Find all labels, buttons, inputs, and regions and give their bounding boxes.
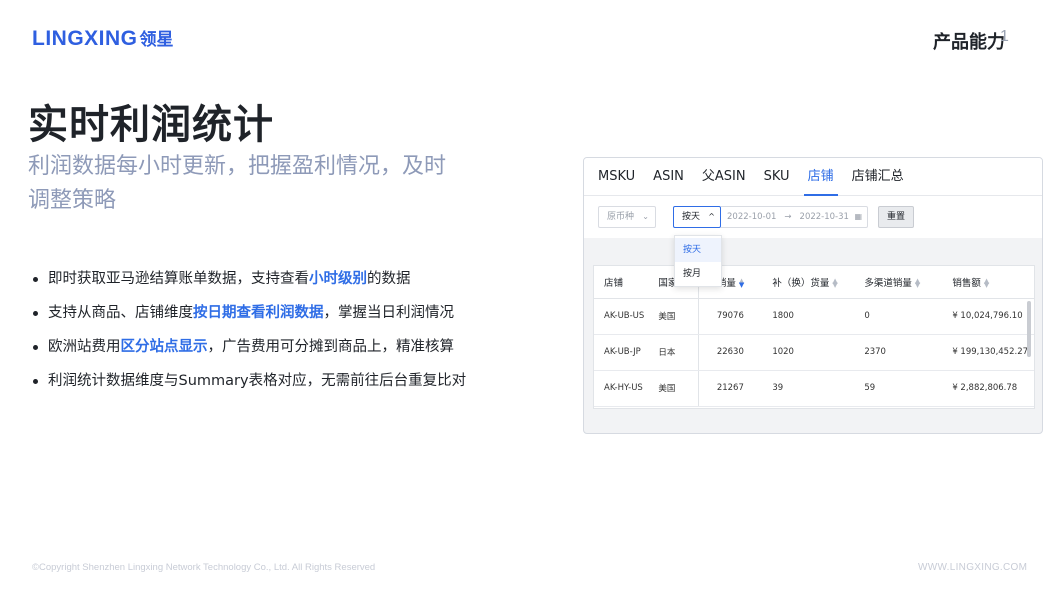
table-scrollbar[interactable] [1027,301,1031,357]
profit-report-panel: MSKU ASIN 父ASIN SKU 店铺 店铺汇总 原币种 ⌄ 按天 ^ 2… [583,157,1043,434]
page-subtitle: 利润数据每小时更新，把握盈利情况，及时 调整策略 [28,150,488,218]
cell-revenue: ¥ 10,024,796.10 [938,298,1034,335]
tab-msku[interactable]: MSKU [598,158,635,196]
cell-sales-qty: 79076 [697,298,759,335]
period-select[interactable]: 按天 ^ [673,206,721,228]
feature-text: ，广告费用可分摊到商品上，精准核算 [207,339,455,355]
logo-text-cn: 领星 [139,30,174,50]
feature-highlight: 按日期查看利润数据 [193,305,324,321]
cell-store: AK-HY-US [594,370,645,407]
cell-replenish-qty: 1800 [758,298,851,335]
cell-revenue: ¥ 2,882,806.78 [938,370,1034,407]
date-range-picker[interactable]: 2022-10-01 → 2022-10-31 ▦ [721,206,868,228]
column-header-replenish-qty[interactable]: 补（换）货量 ▲ ▼ [758,266,851,299]
feature-text: 的数据 [367,271,411,287]
chevron-down-icon: ⌄ [642,212,649,221]
dropdown-option-daily[interactable]: 按天 [675,238,721,262]
sort-icon[interactable]: ▲ ▼ [832,278,837,289]
feature-highlight: 小时级别 [309,271,367,287]
feature-item: 利润统计数据维度与Summary表格对应，无需前往后台重复比对 [30,364,466,398]
sort-icon[interactable]: ▲ ▼ [915,278,920,289]
subtitle-line-2: 调整策略 [28,188,117,213]
page-title: 实时利润统计 [28,102,274,148]
arrow-right-icon: → [784,212,792,222]
store-profit-table: 店铺 国家 销量 ▲ ▼ 补（换）货量 ▲ ▼ 多渠道销量 ▲ ▼ 销售额 ▲ ▼ AK-UB-… [593,265,1035,409]
feature-item: 即时获取亚马逊结算账单数据，支持查看小时级别的数据 [30,262,466,296]
currency-select-value: 原币种 [607,212,635,222]
lingxing-logo: LINGXING 领星 [32,25,174,51]
chevron-up-icon: ^ [708,212,715,221]
cell-mcf-sales: 2370 [850,334,939,371]
cell-store: AK-UB-US [594,298,645,335]
currency-select[interactable]: 原币种 ⌄ [598,206,656,228]
website-url: WWW.LINGXING.COM [918,562,1028,573]
tab-asin[interactable]: ASIN [653,158,684,196]
date-start: 2022-10-01 [727,212,777,222]
feature-item: 欧洲站费用区分站点显示，广告费用可分摊到商品上，精准核算 [30,330,466,364]
table-header-row: 店铺 国家 销量 ▲ ▼ 补（换）货量 ▲ ▼ 多渠道销量 ▲ ▼ 销售额 ▲ ▼ [594,266,1034,299]
cell-mcf-sales: 0 [850,298,939,335]
column-header-store: 店铺 [594,266,645,299]
cell-country: 美国 [644,298,699,335]
calendar-icon: ▦ [854,212,862,221]
period-dropdown-menu: 按天 按月 [674,235,722,287]
sort-icon[interactable]: ▲ ▼ [739,278,744,289]
cell-store: AK-UB-JP [594,334,645,371]
logo-text-en: LINGXING [32,27,138,50]
subtitle-line-1: 利润数据每小时更新，把握盈利情况，及时 [28,154,447,179]
filter-bar: 原币种 ⌄ 按天 ^ 2022-10-01 → 2022-10-31 ▦ 重置 [584,196,1042,238]
table-row[interactable]: AK-UB-US 美国 79076 1800 0 ¥ 10,024,796.10 [594,298,1034,335]
cell-mcf-sales: 59 [850,370,939,407]
reset-button[interactable]: 重置 [878,206,914,228]
cell-country: 美国 [644,370,699,407]
feature-list: 即时获取亚马逊结算账单数据，支持查看小时级别的数据 支持从商品、店铺维度按日期查… [30,262,466,398]
page-number: 1 [1000,28,1009,45]
period-select-value: 按天 [682,212,701,222]
feature-item: 支持从商品、店铺维度按日期查看利润数据，掌握当日利润情况 [30,296,466,330]
table-row[interactable]: AK-UB-JP 日本 22630 1020 2370 ¥ 199,130,45… [594,334,1034,371]
tab-store[interactable]: 店铺 [803,158,838,196]
feature-text: 利润统计数据维度与Summary表格对应，无需前往后台重复比对 [48,373,467,389]
tab-sku[interactable]: SKU [764,158,790,196]
dimension-tabs: MSKU ASIN 父ASIN SKU 店铺 店铺汇总 [584,158,1042,196]
cell-revenue: ¥ 199,130,452.27 [938,334,1034,371]
feature-text: 欧洲站费用 [48,339,121,355]
cell-sales-qty: 22630 [697,334,759,371]
cell-sales-qty: 21267 [697,370,759,407]
sort-icon[interactable]: ▲ ▼ [984,278,989,289]
tab-store-summary[interactable]: 店铺汇总 [852,158,904,196]
dropdown-option-monthly[interactable]: 按月 [675,262,721,286]
feature-highlight: 区分站点显示 [120,339,208,355]
tab-parent-asin[interactable]: 父ASIN [702,158,746,196]
column-header-mcf-sales[interactable]: 多渠道销量 ▲ ▼ [850,266,939,299]
copyright-text: ©Copyright Shenzhen Lingxing Network Tec… [32,562,376,573]
feature-text: ，掌握当日利润情况 [323,305,455,321]
cell-replenish-qty: 39 [758,370,851,407]
date-end: 2022-10-31 [799,212,849,222]
feature-text: 支持从商品、店铺维度 [48,305,193,321]
section-title: 产品能力 [933,32,1005,53]
cell-country: 日本 [644,334,699,371]
feature-text: 即时获取亚马逊结算账单数据，支持查看 [48,271,309,287]
cell-replenish-qty: 1020 [758,334,851,371]
table-row[interactable]: AK-HY-US 美国 21267 39 59 ¥ 2,882,806.78 [594,370,1034,407]
column-header-revenue[interactable]: 销售额 ▲ ▼ [938,266,1034,299]
